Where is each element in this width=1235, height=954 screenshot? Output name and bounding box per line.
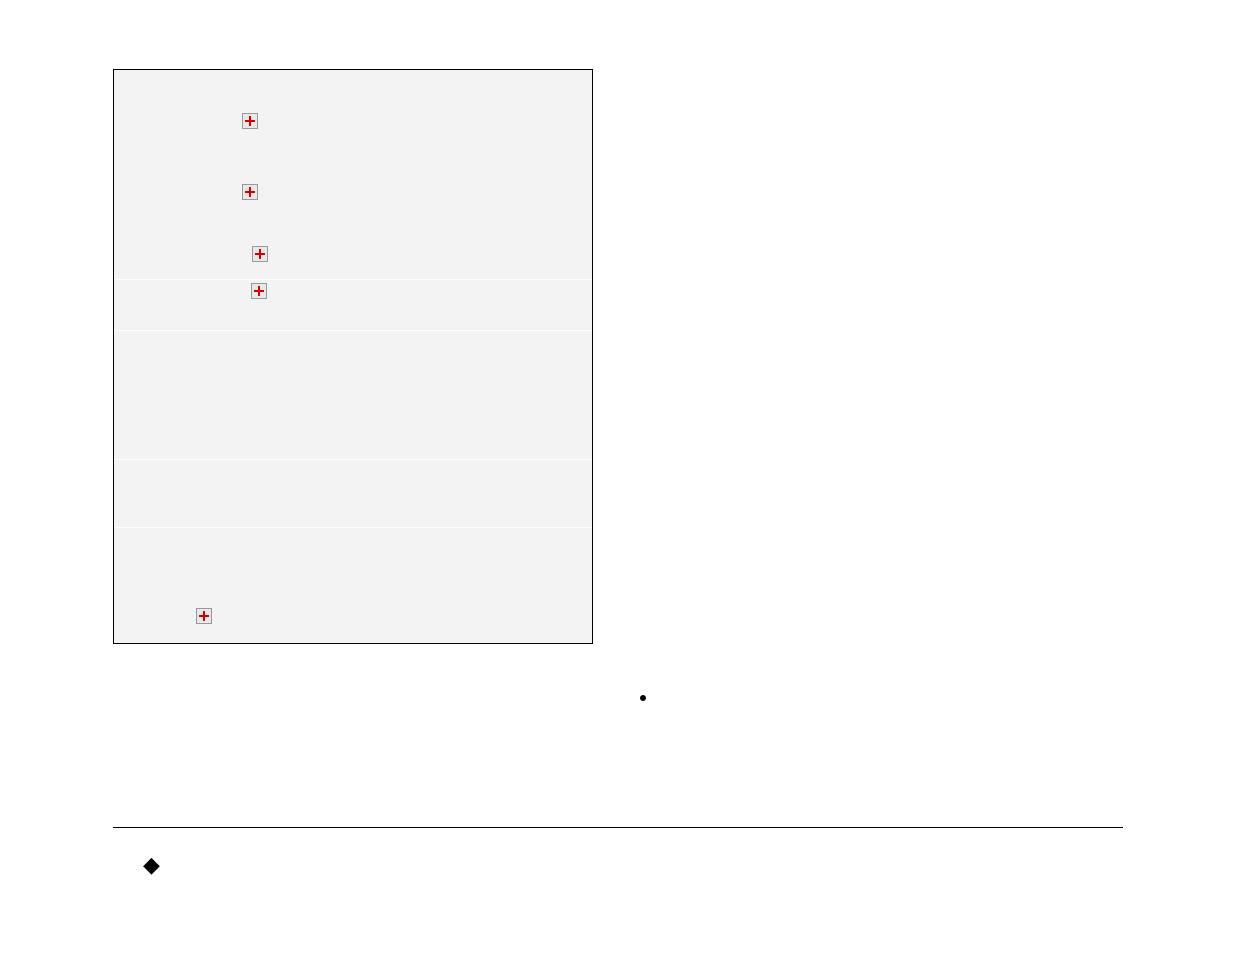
- row-divider: [114, 459, 592, 460]
- bullet-dot-icon: [640, 695, 646, 701]
- diamond-bullet-icon: ◆: [143, 852, 160, 878]
- row-divider: [114, 527, 592, 528]
- plus-icon[interactable]: [242, 113, 258, 129]
- plus-icon[interactable]: [196, 608, 212, 624]
- plus-icon[interactable]: [251, 283, 267, 299]
- horizontal-rule: [113, 827, 1123, 828]
- row-divider: [114, 330, 592, 331]
- plus-icon[interactable]: [242, 184, 258, 200]
- row-divider: [114, 279, 592, 280]
- plus-icon[interactable]: [252, 246, 268, 262]
- table-container: [113, 69, 593, 644]
